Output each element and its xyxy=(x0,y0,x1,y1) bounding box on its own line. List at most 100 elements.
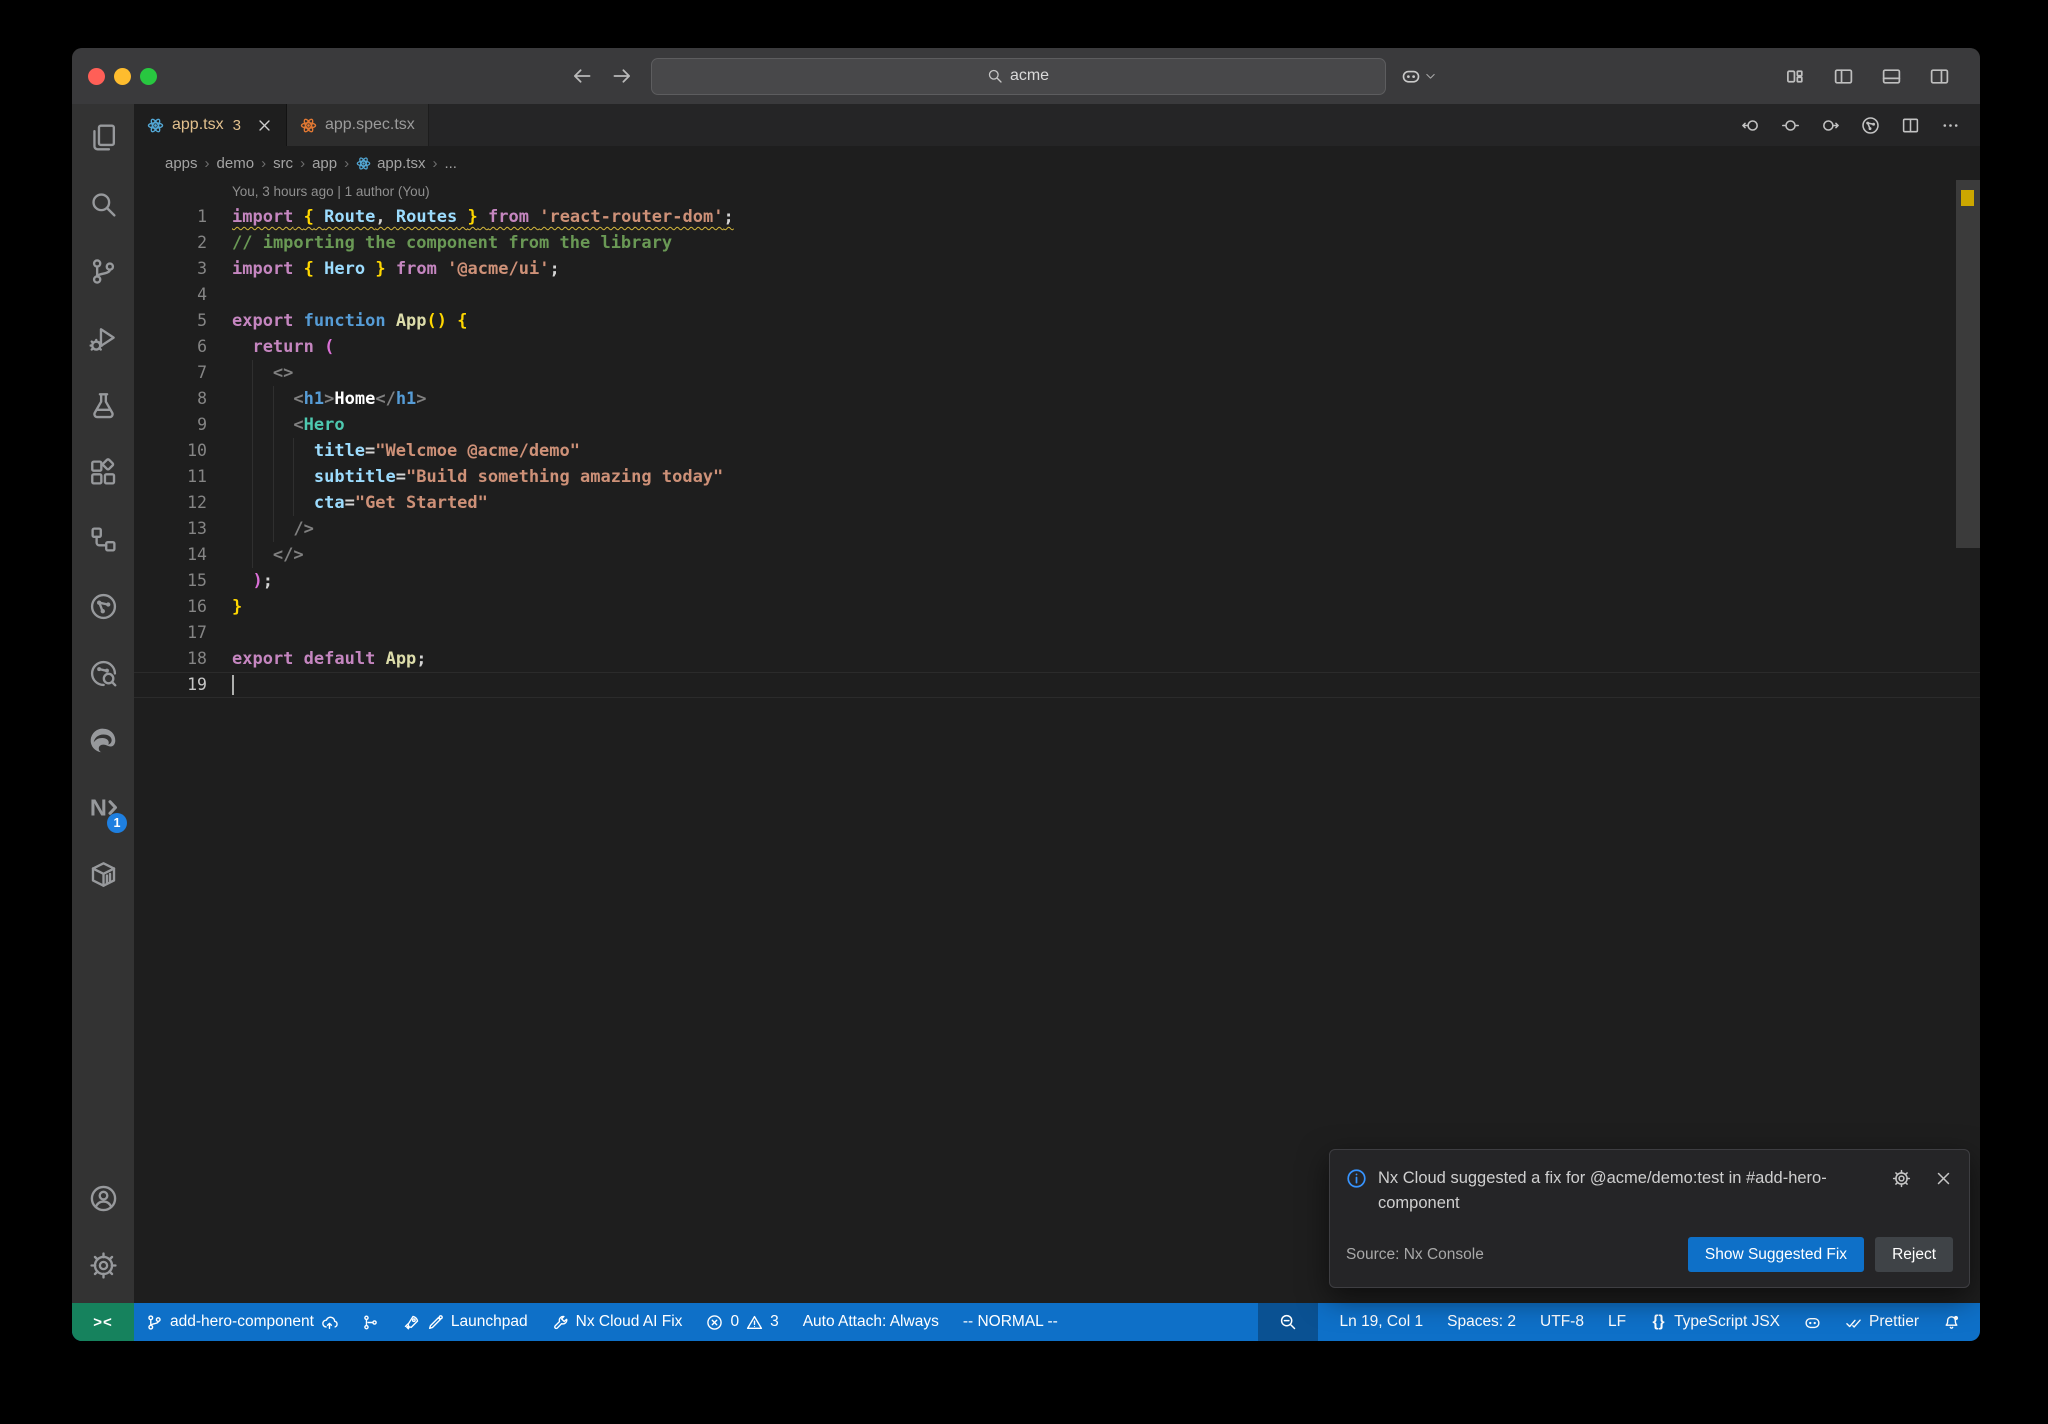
customize-layout[interactable] xyxy=(1785,66,1806,87)
nx-cloud-ai-fix[interactable]: Nx Cloud AI Fix xyxy=(540,1303,695,1341)
wrench-icon xyxy=(552,1314,569,1331)
testing[interactable] xyxy=(72,372,134,439)
copilot-status[interactable] xyxy=(1792,1303,1833,1341)
breadcrumb-item[interactable]: demo xyxy=(217,155,255,172)
code-line[interactable]: 7 <> xyxy=(134,360,1980,386)
code-line[interactable]: 1 import { Route, Routes } from 'react-ro… xyxy=(134,204,1980,230)
accounts[interactable] xyxy=(72,1165,134,1232)
cursor-position[interactable]: Ln 19, Col 1 xyxy=(1328,1303,1436,1341)
tab-app-tsx[interactable]: app.tsx 3 xyxy=(134,104,287,146)
code-line[interactable]: 13 /> xyxy=(134,516,1980,542)
code-line[interactable]: 14 </> xyxy=(134,542,1980,568)
explorer[interactable] xyxy=(72,104,134,171)
gear-icon[interactable] xyxy=(1892,1169,1911,1188)
editor-scrollbar[interactable] xyxy=(1956,180,1980,1303)
breadcrumb-separator: › xyxy=(300,154,306,172)
code-line[interactable]: 16} xyxy=(134,594,1980,620)
encoding[interactable]: UTF-8 xyxy=(1528,1303,1596,1341)
nav-prev-icon xyxy=(1741,116,1760,135)
history-back[interactable] xyxy=(571,65,593,87)
open-project-graph[interactable] xyxy=(1861,116,1880,135)
tab-close-icon[interactable] xyxy=(256,117,273,134)
breadcrumb-item[interactable]: app xyxy=(312,155,337,172)
extensions[interactable] xyxy=(72,439,134,506)
code-line[interactable]: 15); xyxy=(134,568,1980,594)
indent-guide xyxy=(272,464,274,490)
tab-app-spec-tsx[interactable]: app.spec.tsx xyxy=(286,104,429,146)
more-icon xyxy=(1941,116,1960,135)
prettier[interactable]: Prettier xyxy=(1833,1303,1931,1341)
react-icon xyxy=(147,117,164,134)
source-control[interactable] xyxy=(72,238,134,305)
code-line-content: subtitle="Build something amazing today" xyxy=(232,464,723,490)
indentation[interactable]: Spaces: 2 xyxy=(1435,1303,1528,1341)
code-line[interactable]: 3 import { Hero } from '@acme/ui'; xyxy=(134,256,1980,282)
layout-customize-icon xyxy=(1785,66,1806,87)
breadcrumb-file[interactable]: app.tsx xyxy=(356,155,425,172)
code-editor[interactable]: You, 3 hours ago | 1 author (You) 1 impor… xyxy=(134,180,1980,1303)
code-line[interactable]: 6 return ( xyxy=(134,334,1980,360)
more-actions[interactable] xyxy=(1941,116,1960,135)
toggle-secondary-sidebar[interactable] xyxy=(1929,66,1950,87)
code-line[interactable]: 5 export function App() { xyxy=(134,308,1980,334)
code-line[interactable]: 18 export default App; xyxy=(134,646,1980,672)
panel-bottom-icon xyxy=(1881,66,1902,87)
breadcrumb-item[interactable]: apps xyxy=(165,155,198,172)
reject-button[interactable]: Reject xyxy=(1875,1237,1953,1272)
status-label: LF xyxy=(1607,1313,1627,1330)
indent-guide xyxy=(293,490,295,516)
nx-console[interactable]: N1 xyxy=(72,774,134,841)
history-forward[interactable] xyxy=(611,65,633,87)
search[interactable] xyxy=(72,171,134,238)
scrollbar-thumb[interactable] xyxy=(1956,180,1980,548)
code-line[interactable]: 11 subtitle="Build something amazing toda… xyxy=(134,464,1980,490)
zoom-out-icon xyxy=(1279,1313,1297,1331)
type-hierarchy[interactable] xyxy=(72,506,134,573)
command-center-search[interactable]: acme xyxy=(650,57,1386,95)
git-graph[interactable] xyxy=(350,1303,391,1341)
indent-guide xyxy=(252,386,254,412)
containers[interactable] xyxy=(72,841,134,908)
tab-problems-badge: 3 xyxy=(232,116,241,134)
previous-change[interactable] xyxy=(1741,116,1760,135)
remote-icon[interactable]: >< xyxy=(72,1303,134,1341)
zoom-window-button[interactable] xyxy=(140,67,157,85)
close-window-button[interactable] xyxy=(88,67,105,85)
code-line[interactable]: 4 xyxy=(134,282,1980,308)
code-line[interactable]: 10 title="Welcmoe @acme/demo" xyxy=(134,438,1980,464)
launchpad[interactable]: Launchpad xyxy=(391,1303,540,1341)
split-editor[interactable] xyxy=(1901,116,1920,135)
eol[interactable]: LF xyxy=(1596,1303,1638,1341)
close-icon[interactable] xyxy=(1934,1169,1953,1188)
run-and-debug[interactable] xyxy=(72,305,134,372)
vim-mode[interactable]: -- NORMAL -- xyxy=(951,1303,1070,1341)
next-change[interactable] xyxy=(1821,116,1840,135)
breadcrumb-item[interactable]: src xyxy=(273,155,293,172)
problems[interactable]: 03 xyxy=(694,1303,790,1341)
toggle-panel[interactable] xyxy=(1881,66,1902,87)
code-line[interactable]: 17 xyxy=(134,620,1980,646)
copilot-menu[interactable] xyxy=(1401,66,1437,86)
code-line[interactable]: 12 cta="Get Started" xyxy=(134,490,1980,516)
split-editor-icon xyxy=(1901,116,1920,135)
code-tokens: export default App; xyxy=(232,649,427,669)
edge-devtools[interactable] xyxy=(72,707,134,774)
auto-attach[interactable]: Auto Attach: Always xyxy=(791,1303,951,1341)
language-mode[interactable]: {} TypeScript JSX xyxy=(1638,1303,1792,1341)
minimize-window-button[interactable] xyxy=(114,67,131,85)
zoom-out-button[interactable] xyxy=(1257,1303,1318,1341)
code-line[interactable]: 8 <h1>Home</h1> xyxy=(134,386,1980,412)
layout-controls xyxy=(1785,66,1980,87)
show-suggested-fix-button[interactable]: Show Suggested Fix xyxy=(1687,1237,1865,1272)
nx-project-graph[interactable] xyxy=(72,573,134,640)
react-icon xyxy=(300,117,317,134)
code-line[interactable]: 2 // importing the component from the lib… xyxy=(134,230,1980,256)
toggle-primary-sidebar[interactable] xyxy=(1833,66,1854,87)
settings[interactable] xyxy=(72,1232,134,1299)
git-branch[interactable]: add-hero-component xyxy=(134,1303,350,1341)
code-line[interactable]: 19 xyxy=(134,672,1980,698)
notifications-bell[interactable] xyxy=(1931,1303,1972,1341)
nx-graph-search[interactable] xyxy=(72,640,134,707)
open-change[interactable] xyxy=(1781,116,1800,135)
code-line[interactable]: 9 <Hero xyxy=(134,412,1980,438)
